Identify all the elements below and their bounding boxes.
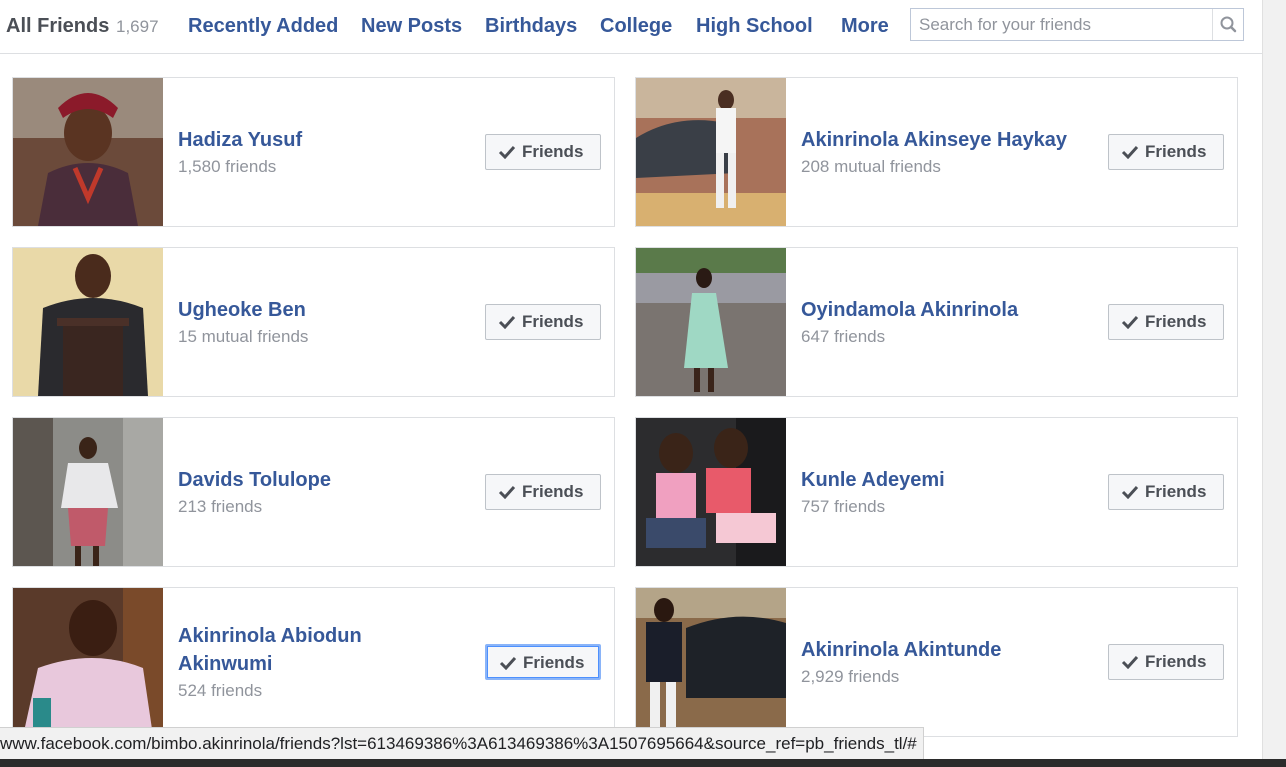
friends-button[interactable]: Friends	[485, 134, 601, 170]
friend-name[interactable]: Davids Tolulope	[178, 466, 478, 494]
friend-name[interactable]: Kunle Adeyemi	[801, 466, 1101, 494]
friends-button-label: Friends	[1145, 312, 1207, 331]
friends-button[interactable]: Friends	[1108, 134, 1224, 170]
friend-photo[interactable]	[13, 78, 163, 226]
friend-photo[interactable]	[13, 418, 163, 566]
friends-button[interactable]: Friends	[485, 474, 601, 510]
friend-count: 208 mutual friends	[801, 157, 941, 176]
friends-button[interactable]: Friends	[485, 644, 601, 680]
tab-birthdays[interactable]: Birthdays	[485, 15, 577, 38]
friends-button-label: Friends	[522, 142, 584, 161]
friend-photo[interactable]	[13, 248, 163, 396]
friend-card: Akinrinola Akintunde 2,929 friends Frien…	[635, 587, 1238, 737]
friends-button[interactable]: Friends	[1108, 644, 1224, 680]
friend-count: 647 friends	[801, 327, 886, 346]
friends-button-label: Friends	[1145, 652, 1207, 671]
checkmark-icon	[1121, 315, 1139, 329]
friend-count: 1,580 friends	[178, 157, 277, 176]
friend-card: Akinrinola Abiodun Akinwumi 524 friends …	[12, 587, 615, 737]
friend-count: 213 friends	[178, 497, 263, 516]
friends-button-label: Friends	[522, 482, 584, 501]
friend-name-line1[interactable]: Akinrinola Abiodun	[178, 622, 478, 650]
friend-name[interactable]: Hadiza Yusuf	[178, 126, 478, 154]
friend-card: Davids Tolulope 213 friends Friends	[12, 417, 615, 567]
friends-button-label: Friends	[1145, 142, 1207, 161]
friend-search-box	[910, 8, 1244, 41]
link-status-bar: www.facebook.com/bimbo.akinrinola/friend…	[0, 727, 924, 761]
tab-recently-added[interactable]: Recently Added	[188, 15, 338, 38]
friend-count: 15 mutual friends	[178, 327, 309, 346]
checkmark-icon	[498, 145, 516, 159]
checkmark-icon	[499, 656, 517, 670]
checkmark-icon	[1121, 485, 1139, 499]
search-button[interactable]	[1212, 9, 1243, 40]
page-scrollbar[interactable]	[1262, 0, 1286, 767]
checkmark-icon	[498, 485, 516, 499]
friend-count: 524 friends	[178, 681, 263, 700]
checkmark-icon	[498, 315, 516, 329]
friends-button-label: Friends	[522, 312, 584, 331]
checkmark-icon	[1121, 655, 1139, 669]
friend-name[interactable]: Akinrinola Akintunde	[801, 636, 1101, 664]
friend-search-input[interactable]	[911, 9, 1227, 40]
friend-name[interactable]: Akinrinola Akinseye Haykay	[801, 126, 1101, 154]
friend-photo[interactable]	[13, 588, 163, 736]
friend-name-line2[interactable]: Akinwumi	[178, 650, 478, 678]
friend-name[interactable]: Oyindamola Akinrinola	[801, 296, 1101, 324]
all-friends-count: 1,697	[116, 17, 159, 36]
tab-all-friends[interactable]: All Friends	[6, 15, 109, 38]
checkmark-icon	[1121, 145, 1139, 159]
friend-count: 757 friends	[801, 497, 886, 516]
friend-photo[interactable]	[636, 418, 786, 566]
friend-photo[interactable]	[636, 248, 786, 396]
friends-button-label: Friends	[523, 653, 585, 672]
friend-count: 2,929 friends	[801, 667, 900, 686]
friend-card: Kunle Adeyemi 757 friends Friends	[635, 417, 1238, 567]
tab-new-posts[interactable]: New Posts	[361, 15, 462, 38]
friend-card: Akinrinola Akinseye Haykay 208 mutual fr…	[635, 77, 1238, 227]
friend-card: Ugheoke Ben 15 mutual friends Friends	[12, 247, 615, 397]
friends-button-label: Friends	[1145, 482, 1207, 501]
friend-photo[interactable]	[636, 78, 786, 226]
tab-high-school[interactable]: High School	[696, 15, 813, 38]
friends-button[interactable]: Friends	[485, 304, 601, 340]
friend-photo[interactable]	[636, 588, 786, 736]
friend-card: Hadiza Yusuf 1,580 friends Friends	[12, 77, 615, 227]
friends-tabs-bar: All Friends 1,697 Recently Added New Pos…	[0, 0, 1262, 54]
tab-college[interactable]: College	[600, 15, 672, 38]
tab-more[interactable]: More	[841, 15, 889, 38]
friends-button[interactable]: Friends	[1108, 474, 1224, 510]
friend-card: Oyindamola Akinrinola 647 friends Friend…	[635, 247, 1238, 397]
friends-button[interactable]: Friends	[1108, 304, 1224, 340]
taskbar-edge	[0, 759, 1286, 767]
search-icon	[1220, 16, 1237, 33]
friend-name[interactable]: Ugheoke Ben	[178, 296, 478, 324]
